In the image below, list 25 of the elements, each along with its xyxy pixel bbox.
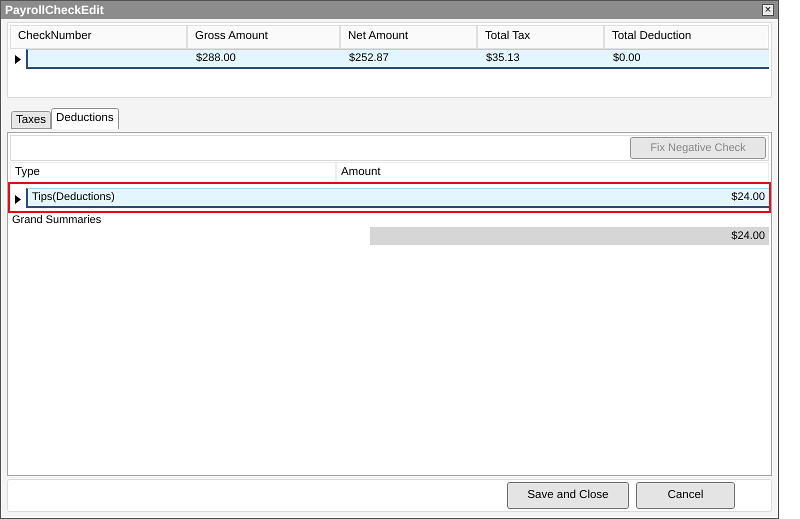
column-header[interactable]: Amount [336, 162, 769, 182]
column-header[interactable]: Total Tax [477, 25, 604, 49]
close-button[interactable]: × [762, 4, 774, 16]
column-header[interactable]: Gross Amount [187, 25, 340, 49]
tab[interactable]: Taxes [11, 111, 52, 129]
table-cell-text: $35.13 [485, 51, 521, 66]
table-cell-text: Tips(Deductions) [31, 190, 116, 206]
table-cell-text: $288.00 [195, 51, 237, 66]
window-title: PayrollCheckEdit [5, 2, 104, 19]
summary-label: Grand Summaries [11, 214, 102, 226]
row-indicator-icon [15, 195, 21, 204]
table-row[interactable]: $288.00 $252.87 $35.13 $0.00 [26, 49, 769, 69]
table-cell-text: $0.00 [612, 51, 642, 66]
dialog-button[interactable]: Cancel [636, 482, 735, 509]
dialog-button[interactable]: Save and Close [507, 482, 629, 509]
column-header[interactable]: CheckNumber [10, 25, 187, 49]
tab[interactable]: Deductions [51, 108, 119, 129]
column-header[interactable]: Type [10, 162, 336, 182]
row-indicator-icon [15, 54, 21, 64]
table-cell-text: $24.00 [730, 190, 766, 206]
summary-total: $24.00 [370, 227, 769, 245]
table-cell-text: $252.87 [348, 51, 390, 66]
column-header[interactable]: Net Amount [340, 25, 477, 49]
column-header[interactable]: Total Deduction [604, 25, 769, 49]
table-row[interactable]: Tips(Deductions) $24.00 [26, 188, 769, 208]
